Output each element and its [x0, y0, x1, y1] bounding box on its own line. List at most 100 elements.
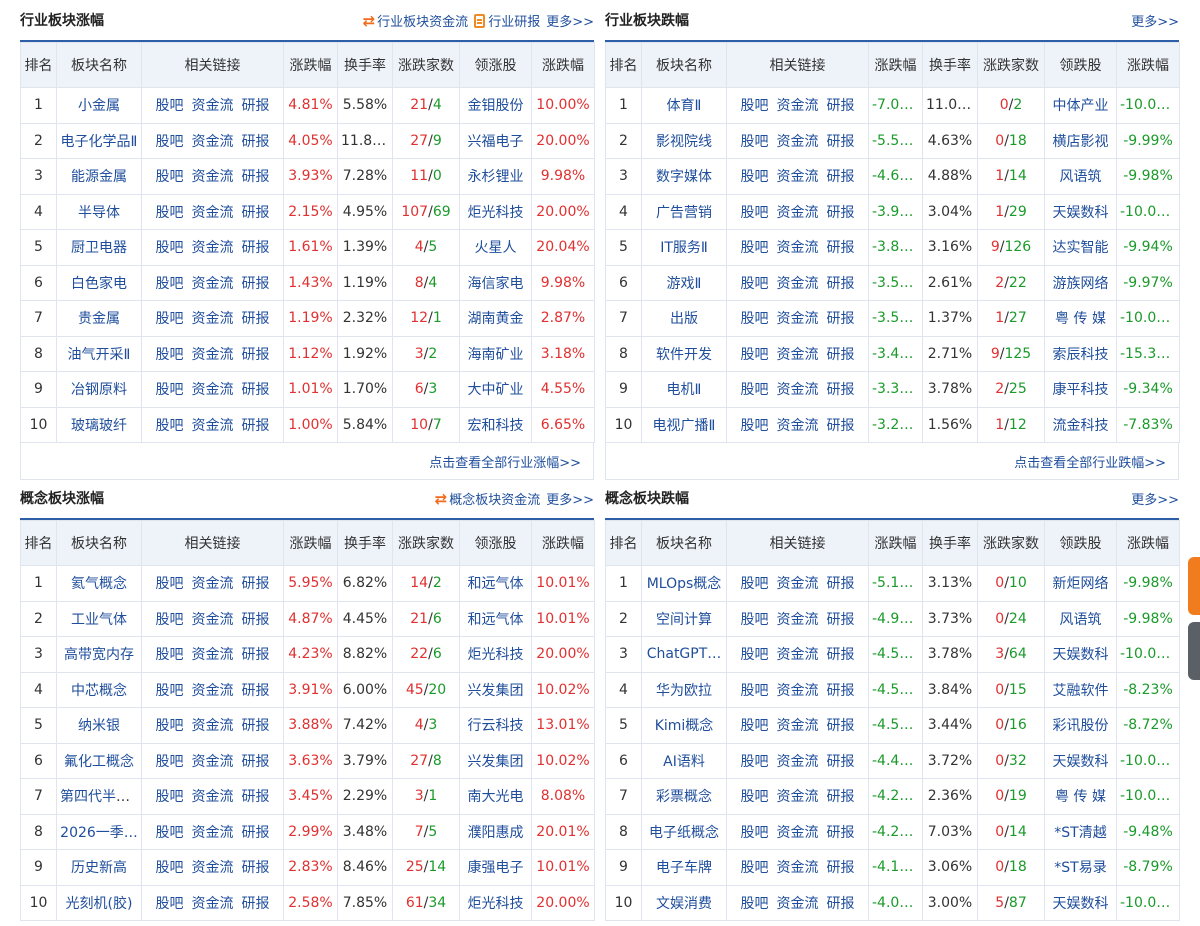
guba-link[interactable]: 股吧 — [156, 789, 184, 805]
leading-stock-link[interactable]: 和远气体 — [468, 576, 524, 592]
research-link[interactable]: 研报 — [242, 718, 270, 734]
fund-flow-link[interactable]: 资金流 — [777, 825, 819, 841]
sector-name-link[interactable]: 工业气体 — [71, 612, 127, 628]
leading-stock-link[interactable]: 兴福电子 — [468, 134, 524, 150]
leading-stock-link[interactable]: 行云科技 — [468, 718, 524, 734]
guba-link[interactable]: 股吧 — [156, 276, 184, 292]
guba-link[interactable]: 股吧 — [156, 205, 184, 221]
guba-link[interactable]: 股吧 — [741, 134, 769, 150]
research-link[interactable]: 研报 — [242, 240, 270, 256]
research-link[interactable]: 研报 — [827, 169, 855, 185]
research-link[interactable]: 研报 — [827, 718, 855, 734]
research-link[interactable]: 研报 — [827, 825, 855, 841]
leading-stock-link[interactable]: 粤 传 媒 — [1055, 311, 1106, 327]
leading-stock-link[interactable]: 宏和科技 — [468, 418, 524, 434]
guba-link[interactable]: 股吧 — [156, 683, 184, 699]
guba-link[interactable]: 股吧 — [156, 754, 184, 770]
research-link[interactable]: 研报 — [242, 647, 270, 663]
research-link[interactable]: 研报 — [827, 347, 855, 363]
sector-name-link[interactable]: 空间计算 — [656, 612, 712, 628]
leading-stock-link[interactable]: 流金科技 — [1053, 418, 1109, 434]
fund-flow-link[interactable]: 资金流 — [777, 311, 819, 327]
leading-stock-link[interactable]: 天娱数科 — [1053, 896, 1109, 912]
leading-stock-link[interactable]: 横店影视 — [1053, 134, 1109, 150]
research-link[interactable]: 研报 — [242, 576, 270, 592]
guba-link[interactable]: 股吧 — [741, 754, 769, 770]
research-link[interactable]: 研报 — [242, 789, 270, 805]
guba-link[interactable]: 股吧 — [156, 576, 184, 592]
sector-name-link[interactable]: 氦气概念 — [71, 576, 127, 592]
guba-link[interactable]: 股吧 — [156, 825, 184, 841]
fund-flow-link[interactable]: 资金流 — [192, 718, 234, 734]
sector-name-link[interactable]: 电子车牌 — [656, 860, 712, 876]
fund-flow-link[interactable]: 资金流 — [192, 276, 234, 292]
guba-link[interactable]: 股吧 — [156, 311, 184, 327]
leading-stock-link[interactable]: 天娱数科 — [1053, 754, 1109, 770]
guba-link[interactable]: 股吧 — [156, 418, 184, 434]
research-link[interactable]: 研报 — [242, 683, 270, 699]
fund-flow-link[interactable]: 资金流 — [777, 347, 819, 363]
sector-name-link[interactable]: 电机Ⅱ — [667, 382, 702, 398]
sector-name-link[interactable]: 华为欧拉 — [656, 683, 712, 699]
leading-stock-link[interactable]: 风语筑 — [1060, 612, 1102, 628]
leading-stock-link[interactable]: 兴发集团 — [468, 754, 524, 770]
fund-flow-link[interactable]: 资金流 — [192, 240, 234, 256]
research-link[interactable]: 研报 — [242, 896, 270, 912]
sector-name-link[interactable]: 电视广播Ⅱ — [653, 418, 716, 434]
leading-stock-link[interactable]: 风语筑 — [1060, 169, 1102, 185]
fund-flow-link[interactable]: 资金流 — [192, 98, 234, 114]
fund-flow-link[interactable]: 资金流 — [777, 134, 819, 150]
research-link[interactable]: 研报 — [242, 205, 270, 221]
leading-stock-link[interactable]: 濮阳惠成 — [468, 825, 524, 841]
sector-name-link[interactable]: 彩票概念 — [656, 789, 712, 805]
more-link[interactable]: 更多>> — [1131, 489, 1179, 508]
research-link[interactable]: 研报 — [242, 347, 270, 363]
sector-name-link[interactable]: AI语料 — [663, 754, 705, 770]
guba-link[interactable]: 股吧 — [741, 825, 769, 841]
guba-link[interactable]: 股吧 — [741, 576, 769, 592]
research-link[interactable]: 研报 — [827, 647, 855, 663]
fund-flow-link[interactable]: 资金流 — [192, 576, 234, 592]
fund-flow-link[interactable]: 资金流 — [192, 311, 234, 327]
more-link[interactable]: 更多>> — [546, 489, 594, 508]
leading-stock-link[interactable]: 新炬网络 — [1053, 576, 1109, 592]
side-float-tab-secondary[interactable] — [1188, 622, 1200, 680]
research-link[interactable]: 研报 — [827, 789, 855, 805]
leading-stock-link[interactable]: *ST清越 — [1054, 825, 1106, 841]
guba-link[interactable]: 股吧 — [741, 205, 769, 221]
guba-link[interactable]: 股吧 — [156, 612, 184, 628]
panel-link[interactable]: 行业研报 — [474, 11, 540, 30]
fund-flow-link[interactable]: 资金流 — [192, 860, 234, 876]
research-link[interactable]: 研报 — [827, 134, 855, 150]
fund-flow-link[interactable]: 资金流 — [192, 205, 234, 221]
research-link[interactable]: 研报 — [242, 134, 270, 150]
fund-flow-link[interactable]: 资金流 — [192, 134, 234, 150]
leading-stock-link[interactable]: 海南矿业 — [468, 347, 524, 363]
guba-link[interactable]: 股吧 — [156, 647, 184, 663]
sector-name-link[interactable]: 出版 — [670, 311, 698, 327]
research-link[interactable]: 研报 — [827, 896, 855, 912]
fund-flow-link[interactable]: 资金流 — [192, 347, 234, 363]
fund-flow-link[interactable]: 资金流 — [777, 860, 819, 876]
guba-link[interactable]: 股吧 — [741, 347, 769, 363]
view-all-link[interactable]: 点击查看全部行业跌幅>> — [1014, 452, 1166, 471]
research-link[interactable]: 研报 — [242, 825, 270, 841]
leading-stock-link[interactable]: 彩讯股份 — [1053, 718, 1109, 734]
leading-stock-link[interactable]: 达实智能 — [1053, 240, 1109, 256]
sector-name-link[interactable]: 中芯概念 — [71, 683, 127, 699]
research-link[interactable]: 研报 — [827, 205, 855, 221]
fund-flow-link[interactable]: 资金流 — [777, 169, 819, 185]
panel-link[interactable]: ⇄ 行业板块资金流 — [363, 11, 469, 30]
leading-stock-link[interactable]: 康强电子 — [468, 860, 524, 876]
fund-flow-link[interactable]: 资金流 — [777, 896, 819, 912]
guba-link[interactable]: 股吧 — [741, 612, 769, 628]
research-link[interactable]: 研报 — [242, 612, 270, 628]
leading-stock-link[interactable]: 天娱数科 — [1053, 647, 1109, 663]
guba-link[interactable]: 股吧 — [156, 240, 184, 256]
leading-stock-link[interactable]: 索辰科技 — [1053, 347, 1109, 363]
guba-link[interactable]: 股吧 — [741, 240, 769, 256]
more-link[interactable]: 更多>> — [546, 11, 594, 30]
leading-stock-link[interactable]: 艾融软件 — [1053, 683, 1109, 699]
research-link[interactable]: 研报 — [827, 98, 855, 114]
leading-stock-link[interactable]: 兴发集团 — [468, 683, 524, 699]
